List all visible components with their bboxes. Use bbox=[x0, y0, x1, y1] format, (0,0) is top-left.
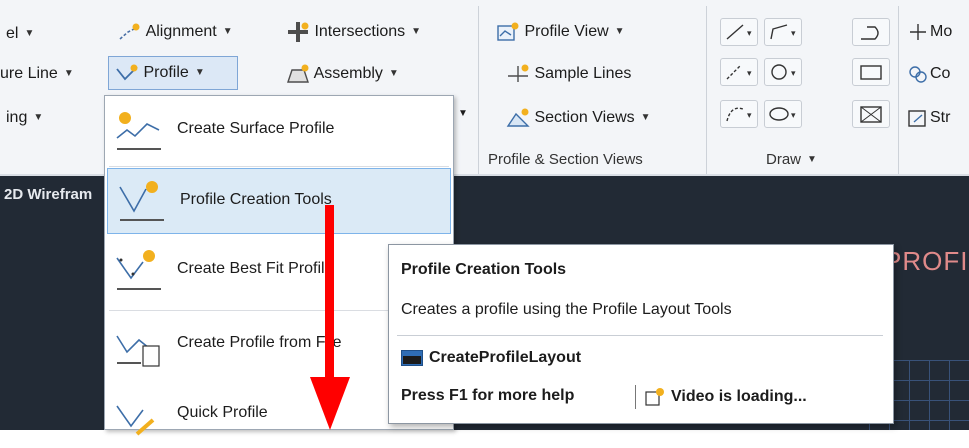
draw-scale-button[interactable]: ▾ bbox=[720, 58, 758, 86]
tooltip-video[interactable]: Video is loading... bbox=[645, 387, 807, 407]
profile-from-file-icon bbox=[116, 335, 160, 367]
ribbon-item-feature-line[interactable]: ure Line ▼ bbox=[0, 64, 74, 84]
video-icon bbox=[645, 388, 664, 406]
chevron-down-icon: ▼ bbox=[614, 26, 625, 37]
surface-profile-icon bbox=[116, 112, 161, 150]
tooltip-divider bbox=[635, 385, 636, 409]
ellipse-icon: ▾ bbox=[769, 107, 796, 121]
svg-text:▾: ▾ bbox=[747, 28, 752, 38]
section-views-icon bbox=[506, 108, 530, 127]
draw-polyline-button[interactable]: ▾ bbox=[764, 18, 802, 46]
chevron-down-icon: ▼ bbox=[194, 67, 205, 78]
assembly-icon bbox=[287, 64, 309, 83]
panel-separator bbox=[706, 6, 707, 174]
draw-circle-button[interactable]: ▾ bbox=[764, 58, 802, 86]
profile-drawing-text: PROFI bbox=[884, 246, 969, 276]
profile-view-icon bbox=[497, 22, 519, 41]
ribbon-item-grading[interactable]: ing ▼ bbox=[6, 108, 43, 128]
chevron-down-icon: ▼ bbox=[24, 28, 35, 39]
svg-text:▾: ▾ bbox=[747, 110, 752, 120]
alignment-icon bbox=[119, 23, 141, 40]
draw-arc-button[interactable] bbox=[852, 18, 890, 46]
draw-hatch-button[interactable] bbox=[852, 100, 890, 128]
scale-icon: ▾ bbox=[726, 64, 752, 80]
ribbon-item-el[interactable]: el ▼ bbox=[6, 24, 34, 44]
panel-separator bbox=[478, 6, 479, 174]
intersections-icon bbox=[288, 22, 309, 42]
copy-icon bbox=[909, 66, 927, 83]
draw-ellipse-button[interactable]: ▾ bbox=[764, 100, 802, 128]
line-icon: ▾ bbox=[726, 24, 752, 40]
sample-lines-button[interactable]: Sample Lines bbox=[506, 64, 631, 84]
ribbon-item-copy[interactable]: Co bbox=[906, 64, 950, 84]
alignment-button[interactable]: Alignment ▼ bbox=[118, 22, 233, 42]
chevron-down-icon: ▼ bbox=[640, 112, 651, 123]
chevron-down-icon: ▼ bbox=[222, 26, 233, 37]
ribbon-item-stretch[interactable]: Str bbox=[906, 108, 950, 128]
svg-text:▾: ▾ bbox=[791, 68, 796, 78]
chevron-down-icon: ▼ bbox=[411, 26, 422, 37]
panel-title-profile-section-views: Profile & Section Views bbox=[488, 151, 643, 168]
hatch-icon bbox=[860, 106, 882, 123]
intersections-button[interactable]: Intersections ▼ bbox=[286, 22, 421, 42]
circle-icon: ▾ bbox=[771, 64, 796, 80]
draw-line-button[interactable]: ▾ bbox=[720, 18, 758, 46]
profile-view-button[interactable]: Profile View ▼ bbox=[496, 22, 625, 42]
section-views-button[interactable]: Section Views ▼ bbox=[506, 108, 651, 128]
tooltip-separator bbox=[397, 335, 883, 336]
quick-profile-icon bbox=[116, 405, 155, 436]
draw-spline-button[interactable]: ▾ bbox=[720, 100, 758, 128]
svg-text:▾: ▾ bbox=[747, 68, 752, 78]
spline-icon: ▾ bbox=[726, 107, 752, 122]
stretch-icon bbox=[908, 110, 926, 127]
menu-item-create-surface-profile[interactable]: Create Surface Profile bbox=[105, 98, 453, 164]
rectangle-icon bbox=[860, 65, 882, 80]
tooltip-help[interactable]: Press F1 for more help bbox=[401, 387, 574, 405]
tooltip-description: Creates a profile using the Profile Layo… bbox=[401, 301, 732, 318]
move-icon bbox=[910, 24, 926, 40]
ribbon-item-move[interactable]: Mo bbox=[906, 22, 952, 42]
chevron-down-icon: ▼ bbox=[63, 68, 74, 79]
polyline-icon: ▾ bbox=[770, 24, 796, 40]
tooltip-title: Profile Creation Tools bbox=[401, 261, 567, 278]
panel-title-draw[interactable]: Draw ▼ bbox=[766, 150, 817, 170]
menu-separator bbox=[109, 166, 449, 167]
command-line-icon bbox=[401, 349, 423, 366]
draw-rectangle-button[interactable] bbox=[852, 58, 890, 86]
panel-separator bbox=[898, 6, 899, 174]
best-fit-profile-icon bbox=[116, 250, 161, 290]
arc-icon bbox=[861, 26, 879, 40]
assembly-button[interactable]: Assembly ▼ bbox=[286, 64, 399, 84]
svg-text:▾: ▾ bbox=[791, 110, 796, 120]
sample-lines-icon bbox=[508, 64, 529, 82]
svg-text:▾: ▾ bbox=[791, 28, 796, 38]
viewport-label[interactable]: 2D Wirefram bbox=[4, 186, 92, 203]
tooltip: Profile Creation Tools Creates a profile… bbox=[388, 244, 894, 424]
chevron-down-icon: ▼ bbox=[388, 68, 399, 79]
profile-button[interactable]: Profile ▼ bbox=[108, 56, 238, 90]
annotation-arrow bbox=[310, 205, 350, 430]
chevron-down-icon: ▼ bbox=[33, 112, 44, 123]
menu-item-profile-creation-tools[interactable]: Profile Creation Tools bbox=[107, 168, 451, 234]
chevron-down-icon: ▼ bbox=[807, 154, 817, 166]
profile-icon bbox=[116, 64, 138, 81]
profile-creation-tools-icon bbox=[119, 181, 164, 221]
chevron-down-icon[interactable]: ▼ bbox=[458, 108, 468, 119]
tooltip-command: CreateProfileLayout bbox=[401, 349, 581, 367]
